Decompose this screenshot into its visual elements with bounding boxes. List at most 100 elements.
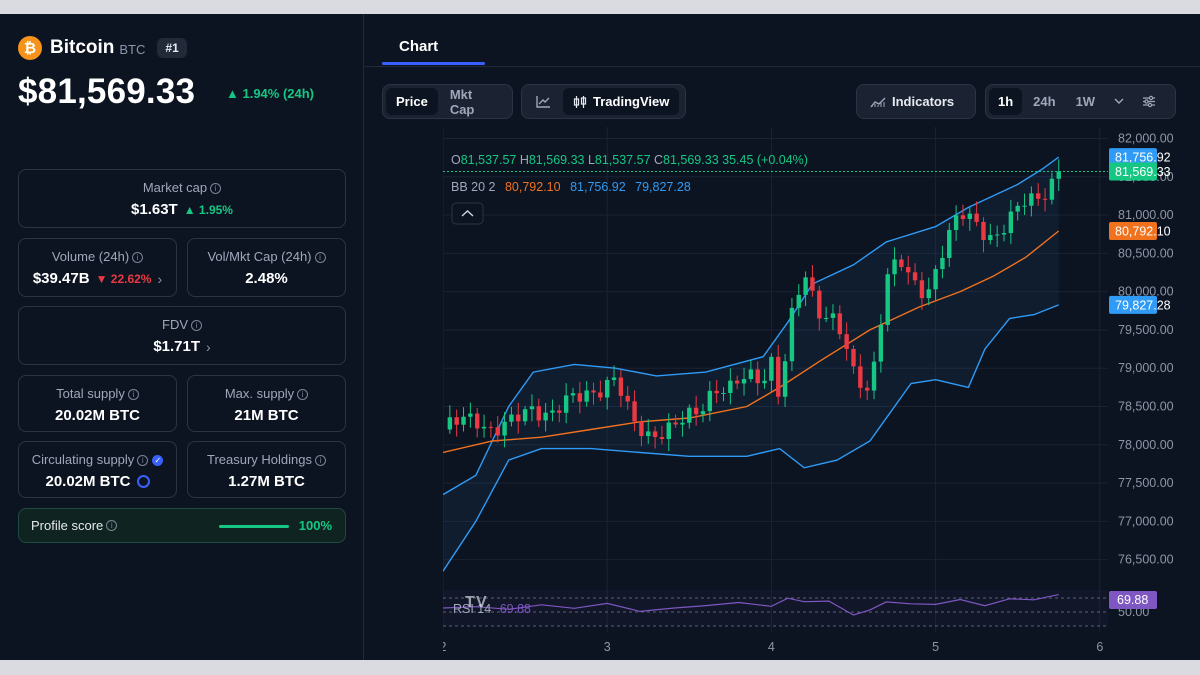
price-badge-label: 79,827.28	[1115, 298, 1171, 312]
time-axis[interactable]: 2 3 4 5 6	[443, 640, 1103, 654]
tradingview-chart[interactable]: 82,000.0081,500.0081,000.0080,500.0080,0…	[443, 127, 1200, 660]
candle-body	[673, 422, 678, 425]
line-chart-button[interactable]	[525, 88, 561, 115]
candle-body	[687, 407, 692, 423]
candle-body	[659, 437, 665, 439]
chart-settings-button[interactable]	[1134, 88, 1164, 115]
candle-body	[1036, 193, 1041, 199]
volume-label: Volume (24h)	[51, 249, 130, 264]
tab-chart-underline	[382, 62, 485, 65]
candle-body	[468, 413, 473, 417]
candle-body	[782, 361, 788, 397]
ohlc-legend: O81,537.57 H81,569.33 L81,537.57 C81,569…	[451, 153, 808, 167]
candle-body	[563, 395, 569, 413]
info-icon[interactable]: i	[106, 520, 118, 531]
info-icon[interactable]: i	[137, 455, 149, 467]
mkt-cap-button[interactable]: Mkt Cap	[440, 87, 509, 117]
info-icon[interactable]: i	[210, 183, 222, 195]
treasury-holdings-value: 1.27M BTC	[228, 473, 305, 490]
timeframe-1h-button[interactable]: 1h	[989, 88, 1023, 115]
profile-score-bar	[219, 525, 289, 528]
candle-body	[762, 380, 767, 384]
candle-body	[543, 412, 548, 421]
collapse-legend-button[interactable]	[451, 202, 484, 225]
candle-body	[933, 269, 938, 290]
price-mktcap-toggle: Price Mkt Cap	[382, 84, 513, 119]
info-icon[interactable]: i	[314, 252, 326, 264]
candle-body	[1042, 198, 1048, 200]
x-tick-label: 5	[932, 640, 939, 654]
indicators-icon	[870, 97, 886, 107]
profile-score-row[interactable]: Profile score i 100%	[18, 508, 346, 543]
ohlc-open-value: 81,537.57	[461, 153, 517, 167]
vol-mkt-cap-card: Vol/Mkt Cap (24h) i 2.48%	[187, 238, 346, 297]
candle-body	[892, 259, 897, 275]
candle-body	[1049, 178, 1055, 200]
candle-body	[844, 334, 849, 349]
tradingview-label: TradingView	[593, 94, 670, 109]
indicators-group: Indicators	[856, 84, 976, 119]
candle-body	[748, 369, 754, 380]
candle-body	[618, 377, 624, 396]
indicators-button[interactable]: Indicators	[860, 88, 964, 115]
fdv-label: FDV	[162, 317, 188, 332]
candle-body	[604, 380, 610, 398]
price-axis[interactable]: 82,000.0081,500.0081,000.0080,500.0080,0…	[1118, 131, 1174, 566]
candle-body	[625, 395, 630, 402]
candle-body	[906, 267, 911, 273]
market-cap-card[interactable]: Market cap i $1.63T ▲ 1.95%	[18, 169, 346, 228]
timeframe-1w-button[interactable]: 1W	[1067, 88, 1105, 115]
candle-body	[652, 431, 658, 438]
market-cap-label: Market cap	[142, 180, 208, 195]
coin-symbol: BTC	[119, 42, 146, 57]
candle-body	[557, 410, 562, 413]
price-button[interactable]: Price	[386, 88, 438, 115]
candle-body	[475, 413, 480, 429]
tab-chart[interactable]: Chart	[399, 38, 438, 55]
coin-header: ₿ Bitcoin BTC #1	[18, 36, 187, 60]
candle-body	[584, 390, 589, 402]
candle-body	[1001, 233, 1007, 235]
chevron-down-icon	[1114, 98, 1124, 104]
candle-body	[1056, 171, 1061, 179]
bitcoin-logo-icon: ₿	[18, 36, 42, 60]
timeframe-dropdown-button[interactable]	[1106, 88, 1132, 115]
rank-badge: #1	[157, 38, 187, 58]
candle-body	[611, 377, 617, 381]
tradingview-button[interactable]: TradingView	[563, 88, 680, 115]
profile-score-value: 100%	[298, 518, 332, 533]
total-supply-value: 20.02M BTC	[54, 407, 141, 424]
candle-body	[522, 409, 528, 422]
info-icon[interactable]: i	[132, 252, 144, 264]
candle-body	[570, 393, 576, 396]
info-icon[interactable]: i	[191, 320, 202, 332]
rsi-legend-value: 69.88	[500, 602, 531, 616]
candle-body	[591, 390, 596, 393]
volume-change: ▼ 22.62%	[95, 271, 152, 286]
ohlc-close-value: 81,569.33	[663, 153, 719, 167]
timeframe-group: 1h 24h 1W	[985, 84, 1176, 119]
candle-body	[646, 431, 651, 437]
timeframe-24h-button[interactable]: 24h	[1024, 88, 1064, 115]
candle-body	[707, 390, 713, 412]
bb-legend-upper: 81,756.92	[570, 180, 626, 194]
ohlc-c-label: C	[654, 153, 663, 167]
chart-type-toggle: TradingView	[521, 84, 686, 119]
candle-body	[817, 290, 822, 319]
candle-body	[789, 307, 795, 362]
candle-body	[502, 421, 507, 436]
candle-body	[967, 213, 973, 219]
volume-card[interactable]: Volume (24h) i $39.47B ▼ 22.62% ›	[18, 238, 177, 297]
info-icon[interactable]: i	[315, 455, 326, 467]
bb-legend-middle: 80,792.10	[505, 180, 561, 194]
tab-divider	[365, 66, 1200, 67]
treasury-holdings-card: Treasury Holdings i 1.27M BTC	[187, 441, 346, 498]
fdv-card[interactable]: FDV i $1.71T ›	[18, 306, 346, 365]
info-icon[interactable]: i	[127, 389, 139, 401]
candle-body	[577, 393, 583, 402]
info-icon[interactable]: i	[297, 389, 309, 401]
candle-body	[454, 417, 459, 425]
candle-body	[926, 289, 931, 299]
max-supply-label: Max. supply	[224, 386, 295, 401]
candle-body	[509, 414, 514, 422]
